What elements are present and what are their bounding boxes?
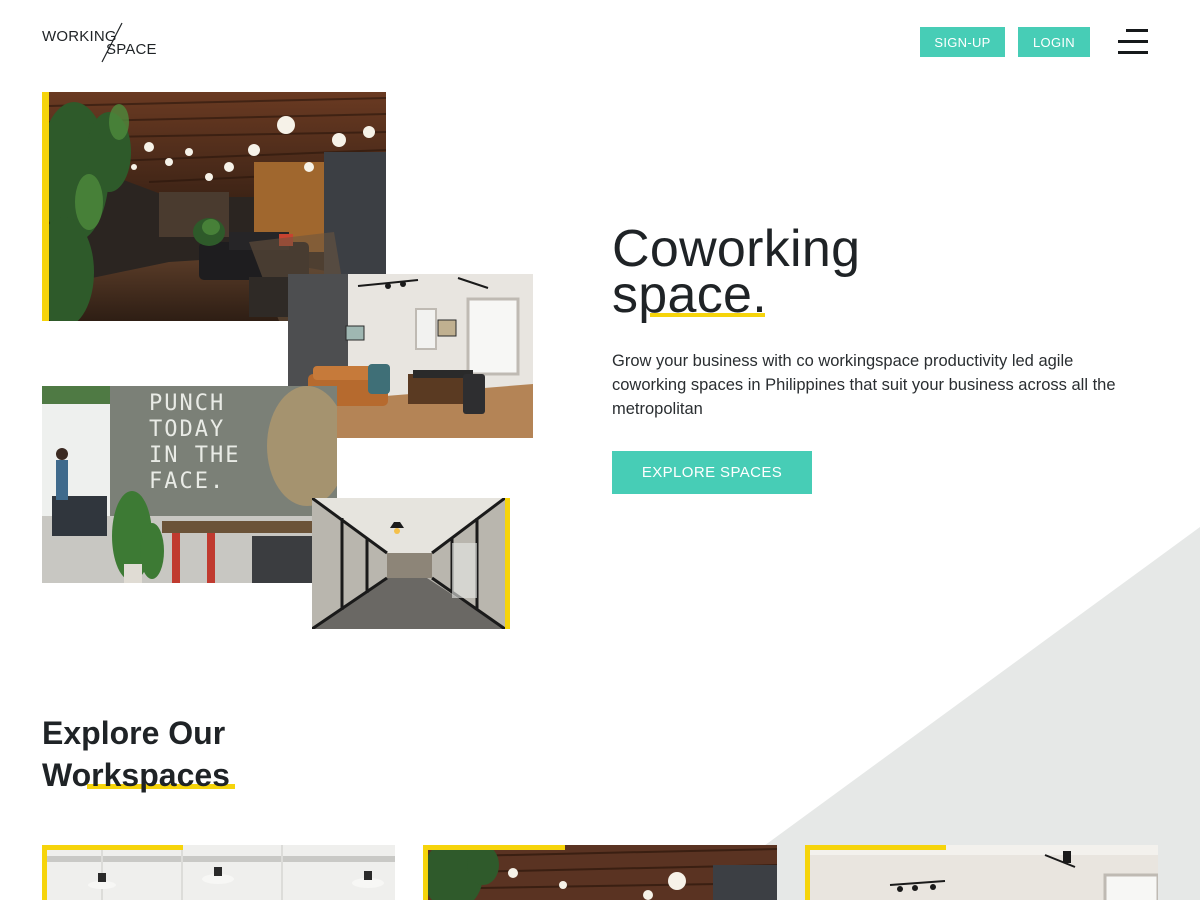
login-button[interactable]: LOGIN (1018, 27, 1090, 57)
photo-accent-bar (42, 92, 49, 321)
punch-today-wall-photo: PUNCH TODAY IN THE FACE. (42, 386, 337, 583)
section-title-line2: Workspaces (42, 757, 230, 793)
signup-button[interactable]: SIGN-UP (920, 27, 1005, 57)
card-accent-top (423, 845, 565, 850)
section-title-line1: Explore Our (42, 715, 226, 751)
hero-title: Coworking space. (612, 223, 860, 324)
workspace-card[interactable] (805, 845, 1158, 900)
explore-spaces-button[interactable]: EXPLORE SPACES (612, 451, 812, 494)
section-title: Explore Our Workspaces (42, 712, 230, 796)
svg-text:FACE.: FACE. (149, 469, 225, 494)
logo-text-space: SPACE (106, 41, 157, 58)
card-accent-top (805, 845, 946, 850)
hero-title-line2: space. (612, 266, 768, 324)
workspace-card[interactable] (42, 845, 395, 900)
card-accent-top (42, 845, 183, 850)
photo-accent-bar (505, 498, 510, 629)
hamburger-menu-icon[interactable] (1118, 29, 1148, 55)
wall-text: PUNCH (149, 391, 225, 416)
card-accent-left (423, 845, 428, 900)
svg-text:IN THE: IN THE (149, 443, 240, 468)
working-space-logo[interactable]: WORKING SPACE (42, 22, 157, 64)
workspace-card[interactable] (423, 845, 777, 900)
hero-description: Grow your business with co workingspace … (612, 352, 1116, 418)
svg-text:TODAY: TODAY (149, 417, 225, 442)
card-accent-left (805, 845, 810, 900)
card-accent-left (42, 845, 47, 900)
glass-corridor-photo (312, 498, 505, 629)
